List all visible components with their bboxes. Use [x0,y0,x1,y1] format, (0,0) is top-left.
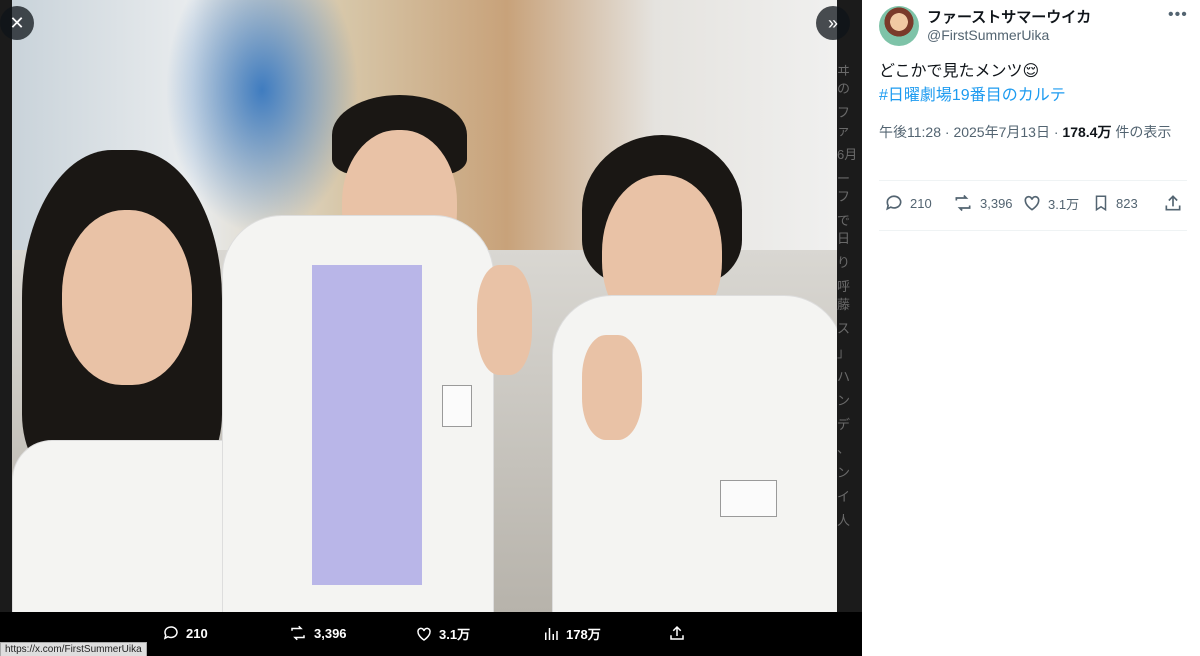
background-timeline-text: ヰの ファ 6月 ーフ で日り呼藤ス」ハンデ、ンイ人 [837,0,862,656]
close-button[interactable]: ✕ [0,6,34,40]
media-share-button[interactable] [668,624,686,642]
background-text-fragment: 」 [837,345,851,360]
meta-separator: · [944,124,950,140]
tweet-date[interactable]: 2025年7月13日 [953,124,1050,140]
background-text-fragment: 6月 [837,147,858,162]
views-label: 件の表示 [1115,124,1172,140]
background-text-fragment: り [837,255,851,270]
divider [879,180,1187,181]
retweet-count: 3,396 [980,195,1013,211]
more-options-icon[interactable]: ••• [1168,6,1188,24]
background-text-fragment: ス [837,321,851,336]
background-text-fragment: ーフ [837,171,851,204]
background-text-fragment: ファ [837,105,851,138]
reply-button[interactable]: 210 [884,193,932,213]
tweet-meta: 午後11:28 · 2025年7月13日 · 178.4万 件の表示 [879,121,1179,143]
user-handle[interactable]: @FirstSummerUika [927,27,1049,43]
media-retweet-count: 3,396 [314,625,347,641]
background-text-fragment: で日 [837,213,851,246]
views-count: 178.4万 [1062,124,1112,140]
divider-bottom [879,230,1187,231]
retweet-icon [291,625,305,641]
bookmark-count: 823 [1116,195,1138,211]
background-text-fragment: ヰの [837,63,851,96]
share-icon [1165,195,1181,211]
media-like-count: 3.1万 [439,627,471,642]
hashtag-link[interactable]: #日曜劇場19番目のカルテ [879,84,1179,108]
tweet-detail-panel: ファーストサマーウイカ @FirstSummerUika ••• どこかで見たメ… [862,0,1200,656]
reply-count: 210 [910,195,932,211]
media-retweet-button[interactable]: 3,396 [288,624,347,642]
media-like-button[interactable]: 3.1万 [415,624,470,643]
like-count: 3.1万 [1048,196,1080,212]
tweet-body: どこかで見たメンツ😌 [879,63,1040,80]
background-text-fragment: ン [837,393,851,408]
share-icon [670,625,684,640]
bookmark-icon [1095,195,1107,212]
heart-icon [417,627,431,641]
retweet-icon [955,194,971,212]
display-name[interactable]: ファーストサマーウイカ [927,6,1091,27]
tweet-text: どこかで見たメンツ😌 #日曜劇場19番目のカルテ [879,60,1179,108]
avatar[interactable] [879,6,919,46]
background-text-fragment: 、 [837,441,851,456]
background-text-fragment: デ [837,417,851,432]
reply-icon [163,626,178,640]
like-button[interactable]: 3.1万 [1022,193,1079,213]
media-viewer: ✕ » ヰの ファ 6月 ーフ で日り呼藤ス」ハンデ、ンイ人 210 3,396 3.1… [0,0,862,656]
retweet-button[interactable]: 3,396 [952,193,1013,213]
photo-person-right [542,135,837,612]
background-text-fragment: 呼藤 [837,279,851,312]
bookmark-button[interactable]: 823 [1092,193,1138,213]
bar-chart-icon [545,627,558,640]
tweet-photo[interactable] [12,0,837,612]
media-views-button[interactable]: 178万 [542,624,601,643]
share-button[interactable] [1163,193,1183,213]
meta-separator-2: · [1053,124,1059,140]
background-text-fragment: 人 [837,513,851,528]
background-text-fragment: イ [837,489,851,504]
media-views-count: 178万 [566,627,601,642]
close-icon: ✕ [9,12,25,33]
media-reply-button[interactable]: 210 [162,624,208,642]
reply-icon [886,195,902,211]
background-text-fragment: ン [837,465,851,480]
tweet-action-bar: 210 3,396 3.1万 823 [879,193,1187,217]
photo-person-middle [212,95,532,612]
media-reply-count: 210 [186,625,208,641]
heart-icon [1024,195,1040,211]
tweet-time[interactable]: 午後11:28 [879,124,941,140]
background-text-fragment: ハ [837,369,851,384]
link-url-tooltip: https://x.com/FirstSummerUika [0,642,147,656]
